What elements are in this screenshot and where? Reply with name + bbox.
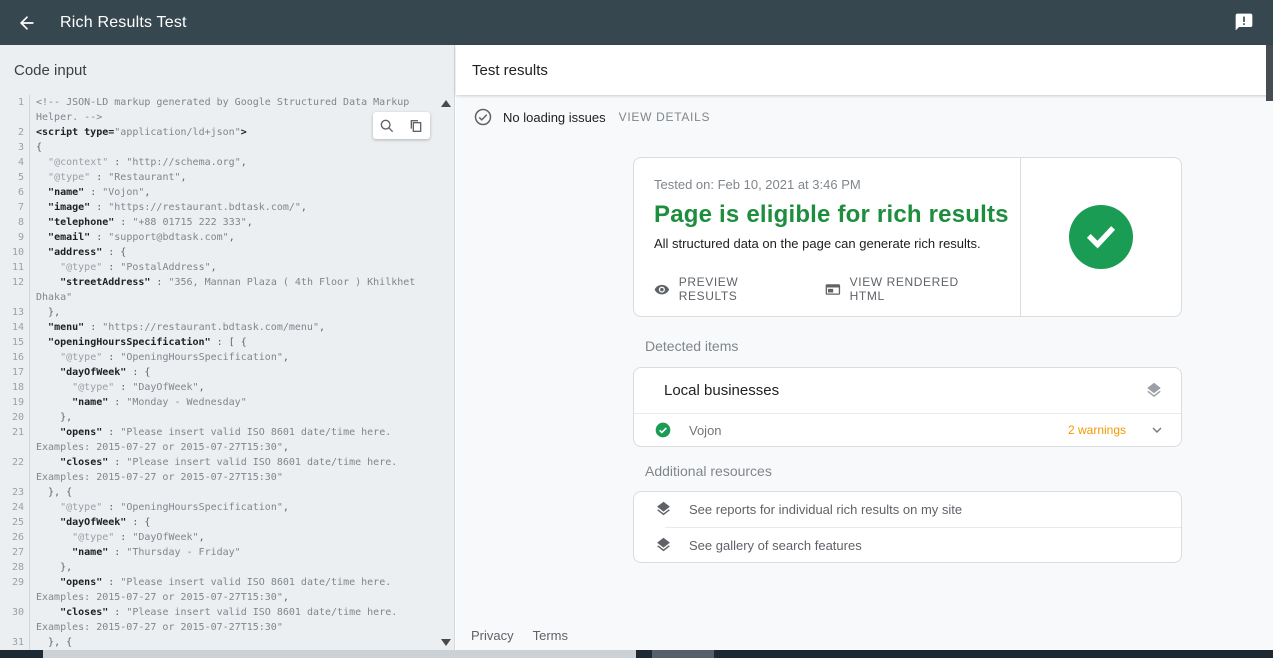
test-results-header: Test results xyxy=(456,45,1273,95)
rendered-html-icon xyxy=(825,281,841,298)
rich-results-test-app: Rich Results Test Code input 1<!-- JSON-… xyxy=(0,0,1273,658)
code-line: 9 "email" : "support@bdtask.com", xyxy=(0,230,454,245)
code-line: 7 "image" : "https://restaurant.bdtask.c… xyxy=(0,200,454,215)
code-line: 16 "@type" : "OpeningHoursSpecification"… xyxy=(0,350,454,365)
local-businesses-header[interactable]: Local businesses xyxy=(634,368,1181,414)
code-line: 22 "closes" : "Please insert valid ISO 8… xyxy=(0,455,454,485)
search-icon[interactable] xyxy=(379,118,395,134)
additional-resources-card: See reports for individual rich results … xyxy=(633,491,1182,563)
code-line: 14 "menu" : "https://restaurant.bdtask.c… xyxy=(0,320,454,335)
resource-row-reports[interactable]: See reports for individual rich results … xyxy=(634,492,1181,527)
additional-resources-heading: Additional resources xyxy=(645,463,772,479)
feedback-icon xyxy=(1234,12,1254,32)
code-line: 25 "dayOfWeek" : { xyxy=(0,515,454,530)
code-line: 29 "opens" : "Please insert valid ISO 86… xyxy=(0,575,454,605)
detected-items-heading: Detected items xyxy=(645,338,738,354)
privacy-link[interactable]: Privacy xyxy=(471,628,514,643)
code-line: 27 "name" : "Thursday - Friday" xyxy=(0,545,454,560)
app-bar: Rich Results Test xyxy=(0,0,1273,45)
result-subtext: All structured data on the page can gene… xyxy=(654,236,1020,251)
code-line: 12 "streetAddress" : "356, Mannan Plaza … xyxy=(0,275,454,305)
code-line: 5 "@type" : "Restaurant", xyxy=(0,170,454,185)
entity-name: Vojon xyxy=(689,423,1068,438)
terms-link[interactable]: Terms xyxy=(533,628,568,643)
code-line: 31 }, { xyxy=(0,635,454,650)
code-line: 18 "@type" : "DayOfWeek", xyxy=(0,380,454,395)
scroll-up-arrow-icon[interactable] xyxy=(441,100,451,107)
code-line: 20 }, xyxy=(0,410,454,425)
eye-icon xyxy=(654,281,670,298)
view-rendered-html-button[interactable]: VIEW RENDERED HTML xyxy=(825,275,987,303)
result-status-side xyxy=(1020,158,1181,316)
detected-items-card: Local businesses Vojon 2 warnings xyxy=(633,367,1182,447)
loading-status-row: No loading issues VIEW DETAILS xyxy=(474,108,710,126)
code-line: 15 "openingHoursSpecification" : [ { xyxy=(0,335,454,350)
copy-icon[interactable] xyxy=(408,118,424,134)
resource-row-gallery[interactable]: See gallery of search features xyxy=(665,527,1181,562)
chevron-down-icon[interactable] xyxy=(1149,422,1165,438)
code-line: 24 "@type" : "OpeningHoursSpecification"… xyxy=(0,500,454,515)
view-rendered-html-label: VIEW RENDERED HTML xyxy=(850,275,987,303)
rich-result-layers-icon xyxy=(1145,382,1163,400)
result-summary-card: Tested on: Feb 10, 2021 at 3:46 PM Page … xyxy=(633,157,1182,317)
code-lines: 1<!-- JSON-LD markup generated by Google… xyxy=(0,95,454,650)
back-arrow-icon xyxy=(17,13,37,33)
code-line: 21 "opens" : "Please insert valid ISO 86… xyxy=(0,425,454,455)
code-line: 30 "closes" : "Please insert valid ISO 8… xyxy=(0,605,454,635)
app-title: Rich Results Test xyxy=(60,14,187,32)
code-line: 8 "telephone" : "+88 01715 222 333", xyxy=(0,215,454,230)
test-results-panel: Test results No loading issues VIEW DETA… xyxy=(456,45,1273,658)
test-results-title: Test results xyxy=(472,62,548,79)
code-input-panel: Code input 1<!-- JSON-LD markup generate… xyxy=(0,45,455,658)
horizontal-scrollbar-thumb[interactable] xyxy=(43,650,636,658)
code-line: 26 "@type" : "DayOfWeek", xyxy=(0,530,454,545)
check-circle-filled-icon xyxy=(655,422,671,438)
code-editor[interactable]: 1<!-- JSON-LD markup generated by Google… xyxy=(0,95,454,650)
code-line: 11 "@type" : "PostalAddress", xyxy=(0,260,454,275)
entity-row-vojon[interactable]: Vojon 2 warnings xyxy=(634,414,1181,446)
preview-results-button[interactable]: PREVIEW RESULTS xyxy=(654,275,792,303)
result-summary-main: Tested on: Feb 10, 2021 at 3:46 PM Page … xyxy=(634,158,1020,316)
code-line: 17 "dayOfWeek" : { xyxy=(0,365,454,380)
editor-toolbar xyxy=(373,112,430,139)
footer-links: Privacy Terms xyxy=(471,628,587,643)
result-headline: Page is eligible for rich results xyxy=(654,201,1020,229)
scroll-down-arrow-icon[interactable] xyxy=(441,639,451,646)
resource-label: See reports for individual rich results … xyxy=(689,502,962,517)
code-line: 19 "name" : "Monday - Wednesday" xyxy=(0,395,454,410)
check-circle-outline-icon xyxy=(474,108,492,126)
warnings-badge: 2 warnings xyxy=(1068,423,1126,437)
tested-on-text: Tested on: Feb 10, 2021 at 3:46 PM xyxy=(654,177,1020,192)
result-actions: PREVIEW RESULTS VIEW RENDERED HTML xyxy=(654,275,1020,303)
layers-icon xyxy=(655,537,672,554)
code-line: 10 "address" : { xyxy=(0,245,454,260)
resource-label: See gallery of search features xyxy=(689,538,862,553)
code-line: 4 "@context" : "http://schema.org", xyxy=(0,155,454,170)
code-line: 23 }, { xyxy=(0,485,454,500)
code-line: 13 }, xyxy=(0,305,454,320)
code-line: 28 }, xyxy=(0,560,454,575)
code-line: 3{ xyxy=(0,140,454,155)
right-scrollbar-thumb[interactable] xyxy=(1266,45,1273,101)
code-input-title: Code input xyxy=(0,45,454,95)
code-line: 6 "name" : "Vojon", xyxy=(0,185,454,200)
view-details-button[interactable]: VIEW DETAILS xyxy=(619,110,711,124)
back-button[interactable] xyxy=(15,11,39,35)
horizontal-scrollbar-thumb-secondary[interactable] xyxy=(652,650,714,658)
local-businesses-title: Local businesses xyxy=(664,382,1145,399)
success-check-icon xyxy=(1069,205,1133,269)
loading-status-text: No loading issues xyxy=(503,110,606,125)
horizontal-scrollbar-track[interactable] xyxy=(0,650,1273,658)
feedback-button[interactable] xyxy=(1234,12,1254,32)
layers-icon xyxy=(655,501,672,518)
preview-results-label: PREVIEW RESULTS xyxy=(679,275,792,303)
